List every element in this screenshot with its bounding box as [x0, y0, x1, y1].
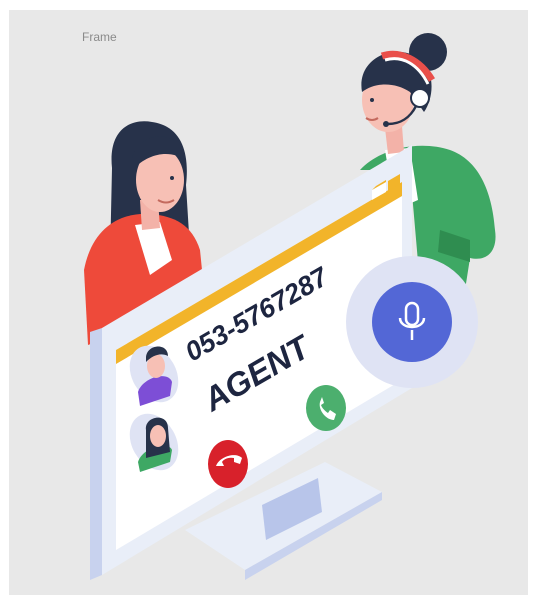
microphone-button[interactable] [346, 256, 478, 388]
accept-call-button[interactable] [306, 385, 346, 431]
decline-call-button[interactable] [208, 440, 248, 488]
call-center-illustration: 053-5767287 AGENT [84, 33, 496, 580]
